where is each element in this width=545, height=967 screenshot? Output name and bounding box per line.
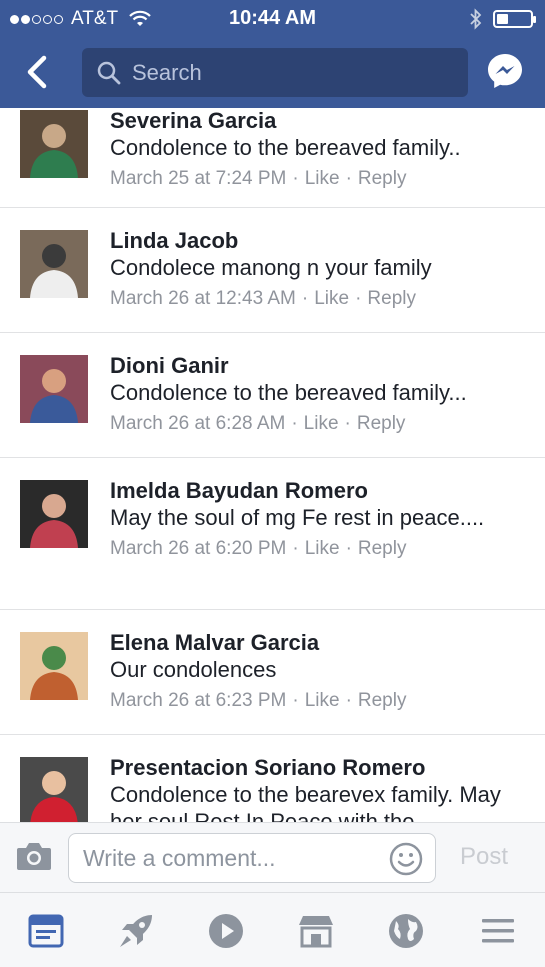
separator-dot: · <box>355 288 362 309</box>
comment-row: Linda Jacob Condolece manong n your famil… <box>0 209 545 333</box>
separator-dot: · <box>344 413 351 434</box>
comment-text: Condolence to the bereaved family... <box>110 380 467 405</box>
separator-dot: · <box>292 538 299 559</box>
comment-timestamp: March 26 at 6:23 PM <box>110 690 287 711</box>
comment-meta: March 26 at 6:28 AM · Like · Reply <box>110 410 525 437</box>
comment-body: Linda Jacob Condolece manong n your famil… <box>110 227 525 312</box>
separator-dot: · <box>345 538 352 559</box>
video-play-icon[interactable] <box>206 911 246 951</box>
separator-dot: · <box>291 413 298 434</box>
comments-list: Severina Garcia Condolence to the bereave… <box>0 108 545 822</box>
comment-meta: March 25 at 7:24 PM · Like · Reply <box>110 165 525 192</box>
news-feed-icon[interactable] <box>26 911 66 951</box>
comment-body: Imelda Bayudan Romero May the soul of mg … <box>110 477 525 562</box>
camera-icon[interactable] <box>16 841 52 871</box>
messenger-icon[interactable] <box>486 52 524 90</box>
commenter-name[interactable]: Presentacion Soriano Romero <box>110 754 525 781</box>
comment-text: May the soul of mg Fe rest in peace.... <box>110 505 485 530</box>
comment-row: Dioni Ganir Condolence to the bereaved fa… <box>0 334 545 458</box>
comment-row: Elena Malvar Garcia Our condolences March … <box>0 611 545 735</box>
commenter-name[interactable]: Imelda Bayudan Romero <box>110 477 525 504</box>
comment-meta: March 26 at 12:43 AM · Like · Reply <box>110 285 525 312</box>
comment-timestamp: March 26 at 12:43 AM <box>110 288 296 309</box>
comment-timestamp: March 26 at 6:28 AM <box>110 413 286 434</box>
comment-text: Condolence to the bearevex family. May h… <box>110 782 501 822</box>
post-button[interactable]: Post <box>460 843 508 871</box>
comment-text: Condolence to the bereaved family.. <box>110 135 461 160</box>
menu-icon[interactable] <box>478 911 518 951</box>
separator-dot: · <box>292 690 299 711</box>
separator-dot: · <box>345 168 352 189</box>
like-link[interactable]: Like <box>305 538 340 559</box>
separator-dot: · <box>301 288 309 309</box>
reply-link[interactable]: Reply <box>358 538 407 559</box>
avatar[interactable] <box>20 355 88 423</box>
clock: 10:44 AM <box>228 7 317 29</box>
status-bar: AT&T 10:44 AM <box>0 0 545 36</box>
comment-composer: Write a comment... Post <box>0 822 545 892</box>
top-bar: AT&T 10:44 AM Search <box>0 0 545 108</box>
comment-meta: March 26 at 6:23 PM · Like · Reply <box>110 687 525 714</box>
like-link[interactable]: Like <box>305 690 340 711</box>
battery-icon <box>493 10 536 28</box>
comment-row: Presentacion Soriano Romero Condolence to… <box>0 736 545 822</box>
search-placeholder: Search <box>132 60 202 85</box>
avatar[interactable] <box>20 632 88 700</box>
search-input[interactable]: Search <box>82 48 468 97</box>
like-link[interactable]: Like <box>314 288 349 309</box>
avatar[interactable] <box>20 230 88 298</box>
comment-row: Severina Garcia Condolence to the bereave… <box>0 108 545 208</box>
rocket-icon[interactable] <box>116 911 156 951</box>
reply-link[interactable]: Reply <box>357 413 406 434</box>
navigation-bar: Search <box>0 36 545 108</box>
comment-text: Condolece manong n your family <box>110 255 432 280</box>
commenter-name[interactable]: Dioni Ganir <box>110 352 525 379</box>
smiley-icon[interactable] <box>389 842 423 876</box>
reply-link[interactable]: Reply <box>358 168 407 189</box>
comment-text: Our condolences <box>110 657 277 682</box>
comment-body: Dioni Ganir Condolence to the bereaved fa… <box>110 352 525 437</box>
comment-row: Imelda Bayudan Romero May the soul of mg … <box>0 459 545 610</box>
reply-link[interactable]: Reply <box>367 288 416 309</box>
globe-icon[interactable] <box>386 911 426 951</box>
comment-timestamp: March 26 at 6:20 PM <box>110 538 287 559</box>
search-icon <box>97 61 121 85</box>
chevron-left-icon[interactable] <box>20 50 60 94</box>
like-link[interactable]: Like <box>305 168 340 189</box>
comment-timestamp: March 25 at 7:24 PM <box>110 168 287 189</box>
separator-dot: · <box>345 690 352 711</box>
avatar[interactable] <box>20 110 88 178</box>
comment-body: Elena Malvar Garcia Our condolences March … <box>110 629 525 714</box>
separator-dot: · <box>292 168 299 189</box>
status-right <box>469 8 536 30</box>
commenter-name[interactable]: Linda Jacob <box>110 227 525 254</box>
comment-placeholder: Write a comment... <box>83 845 276 871</box>
comment-input[interactable]: Write a comment... <box>68 833 436 883</box>
avatar[interactable] <box>20 480 88 548</box>
avatar[interactable] <box>20 757 88 822</box>
comment-body: Presentacion Soriano Romero Condolence to… <box>110 754 525 822</box>
like-link[interactable]: Like <box>304 413 339 434</box>
marketplace-icon[interactable] <box>296 911 336 951</box>
comment-meta: March 26 at 6:20 PM · Like · Reply <box>110 535 525 562</box>
reply-link[interactable]: Reply <box>358 690 407 711</box>
comment-body: Severina Garcia Condolence to the bereave… <box>110 108 525 192</box>
commenter-name[interactable]: Elena Malvar Garcia <box>110 629 525 656</box>
tab-bar <box>0 892 545 967</box>
bluetooth-icon <box>470 8 482 30</box>
commenter-name[interactable]: Severina Garcia <box>110 108 525 134</box>
